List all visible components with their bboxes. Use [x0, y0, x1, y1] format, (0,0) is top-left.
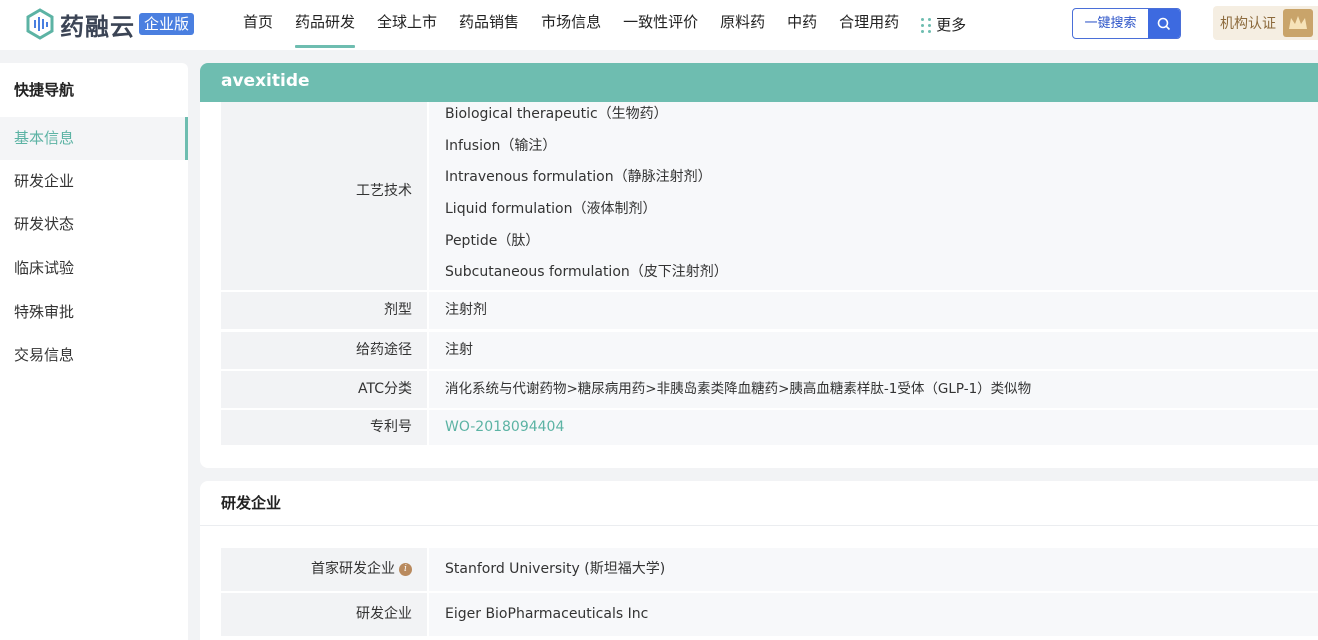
section-divider — [200, 525, 1318, 526]
nav-drug-sales[interactable]: 药品销售 — [448, 0, 530, 50]
org-cert-label: 机构认证 — [1220, 16, 1276, 32]
route-value: 注射 — [429, 332, 1318, 369]
patent-label: 专利号 — [221, 410, 427, 445]
sidebar-title: 快捷导航 — [14, 81, 75, 99]
quick-search-label: 一键搜索 — [1084, 16, 1137, 31]
nav-rational-use[interactable]: 合理用药 — [828, 0, 910, 50]
patent-row: 专利号 WO-2018094404 — [221, 410, 1318, 445]
patent-value: WO-2018094404 — [429, 410, 1318, 445]
dosage-form-value: 注射剂 — [429, 292, 1318, 329]
rd-company-card: 研发企业 首家研发企业 i Stanford University (斯坦福大学)… — [200, 481, 1318, 640]
main-nav: 首页 药品研发 全球上市 药品销售 市场信息 一致性评价 原料药 中药 合理用药… — [232, 0, 977, 50]
nav-global-market[interactable]: 全球上市 — [366, 0, 448, 50]
brand-name: 药融云 — [60, 12, 135, 41]
tech-label: 工艺技术 — [221, 102, 427, 290]
nav-market-info[interactable]: 市场信息 — [530, 0, 612, 50]
tech-value-item: Intravenous formulation（静脉注射剂） — [445, 169, 712, 186]
sidebar-item-clinical-trials[interactable]: 临床试验 — [0, 247, 188, 290]
atc-label: ATC分类 — [221, 371, 427, 408]
atc-value: 消化系统与代谢药物>糖尿病用药>非胰岛素类降血糖药>胰高血糖素样肽-1受体（GL… — [429, 371, 1318, 408]
rd-company-row: 研发企业 Eiger BioPharmaceuticals Inc — [221, 593, 1318, 636]
tech-value-item: Biological therapeutic（生物药） — [445, 106, 668, 122]
top-header: 药融云 企业版 首页 药品研发 全球上市 药品销售 市场信息 一致性评价 原料药… — [0, 0, 1318, 50]
route-row: 给药途径 注射 — [221, 332, 1318, 369]
rd-company-value: Eiger BioPharmaceuticals Inc — [429, 593, 1318, 636]
nav-api[interactable]: 原料药 — [709, 0, 776, 50]
nav-more-label: 更多 — [936, 16, 967, 34]
rd-company-label: 研发企业 — [221, 593, 427, 636]
grid-dots-icon — [921, 17, 932, 33]
patent-link[interactable]: WO-2018094404 — [445, 419, 564, 435]
sidebar-item-rd-company[interactable]: 研发企业 — [0, 160, 188, 203]
drug-name: avexitide — [221, 71, 310, 91]
sidebar-item-transactions[interactable]: 交易信息 — [0, 334, 188, 377]
dosage-form-label: 剂型 — [221, 292, 427, 329]
nav-more[interactable]: 更多 — [910, 0, 977, 50]
search-icon[interactable] — [1148, 9, 1180, 38]
first-rd-row: 首家研发企业 i Stanford University (斯坦福大学) — [221, 548, 1318, 591]
tech-value-item: Infusion（输注） — [445, 137, 557, 154]
quick-nav-sidebar: 快捷导航 基本信息 研发企业 研发状态 临床试验 特殊审批 交易信息 — [0, 63, 188, 640]
dosage-form-row: 剂型 注射剂 — [221, 292, 1318, 329]
quick-search-button[interactable]: 一键搜索 — [1072, 8, 1181, 39]
nav-home[interactable]: 首页 — [232, 0, 284, 50]
sidebar-item-rd-status[interactable]: 研发状态 — [0, 203, 188, 246]
nav-drug-rd[interactable]: 药品研发 — [284, 0, 366, 50]
nav-consistency[interactable]: 一致性评价 — [612, 0, 709, 50]
tech-value-item: Subcutaneous formulation（皮下注射剂） — [445, 264, 728, 281]
section-title: 研发企业 — [221, 494, 282, 512]
tech-values: Biological therapeutic（生物药） Infusion（输注）… — [429, 102, 1318, 290]
tech-value-item: Peptide（肽） — [445, 232, 540, 249]
nav-tcm[interactable]: 中药 — [776, 0, 828, 50]
route-label: 给药途径 — [221, 332, 427, 369]
tech-value-item: Liquid formulation（液体制剂） — [445, 201, 657, 218]
atc-row: ATC分类 消化系统与代谢药物>糖尿病用药>非胰岛素类降血糖药>胰高血糖素样肽-… — [221, 371, 1318, 408]
crown-icon — [1283, 9, 1313, 37]
edition-badge: 企业版 — [139, 13, 195, 35]
sidebar-item-special-approval[interactable]: 特殊审批 — [0, 291, 188, 334]
first-rd-value: Stanford University (斯坦福大学) — [429, 548, 1318, 591]
basic-info-card: avexitide 工艺技术 Biological therapeutic（生物… — [200, 63, 1318, 468]
sidebar-item-basic-info[interactable]: 基本信息 — [0, 117, 188, 160]
first-rd-label: 首家研发企业 i — [221, 548, 427, 591]
info-icon[interactable]: i — [399, 562, 412, 576]
first-rd-label-text: 首家研发企业 — [311, 561, 395, 577]
logo-icon — [26, 8, 54, 40]
tech-row: 工艺技术 Biological therapeutic（生物药） Infusio… — [221, 102, 1318, 290]
drug-header: avexitide — [200, 63, 1318, 102]
logo[interactable]: 药融云 企业版 — [24, 5, 195, 43]
org-cert-button[interactable]: 机构认证 — [1213, 6, 1318, 40]
